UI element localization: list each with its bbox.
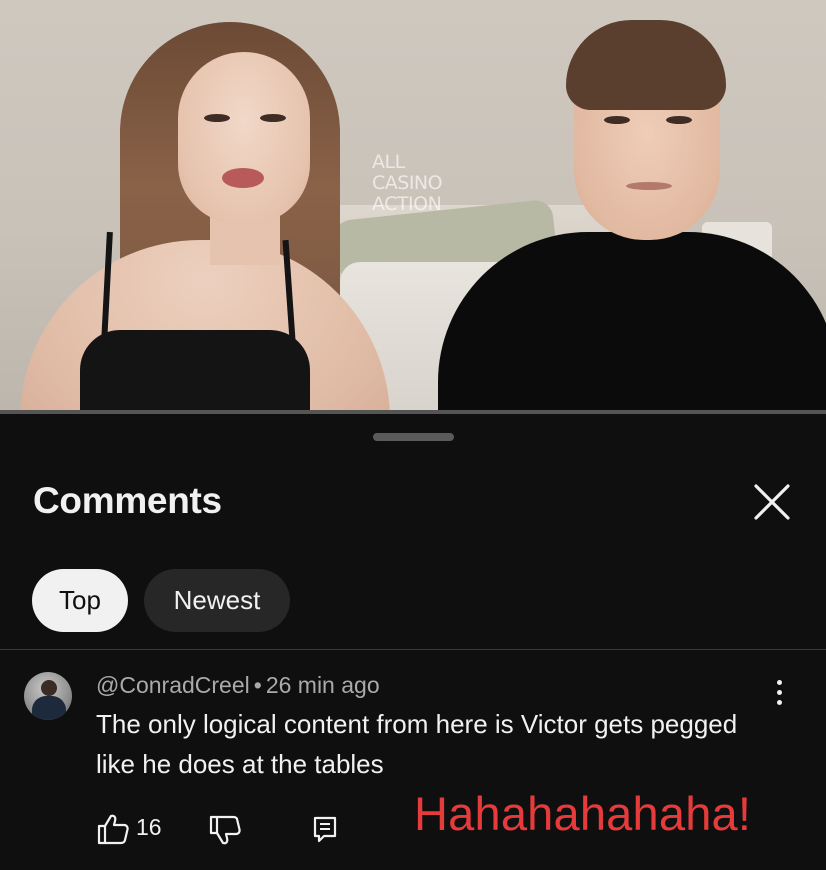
meta-separator: • <box>253 672 262 698</box>
comment-time: 26 min ago <box>265 672 380 698</box>
comments-title: Comments <box>33 480 222 521</box>
video-player[interactable]: ALL CASINO ACTION <box>0 0 826 412</box>
thumbs-up-icon <box>97 814 129 845</box>
close-icon <box>754 484 790 520</box>
man-hair <box>566 20 726 110</box>
comment-author[interactable]: @ConradCreel <box>96 672 250 698</box>
thumbs-down-icon <box>209 815 241 845</box>
watermark-line: CASINO <box>372 172 443 194</box>
like-button[interactable] <box>96 812 130 846</box>
sort-chip-newest[interactable]: Newest <box>144 569 290 632</box>
comment-meta: @ConradCreel • 26 min ago <box>96 672 380 699</box>
more-options-icon <box>770 680 788 705</box>
dislike-button[interactable] <box>208 814 242 848</box>
channel-watermark: ALL CASINO ACTION <box>372 152 482 215</box>
comments-sheet: Comments Top Newest @ConradCreel • 26 min … <box>0 414 826 870</box>
drag-handle[interactable] <box>373 433 454 441</box>
woman-black-top <box>80 330 310 412</box>
overlay-caption: Hahahahahaha! <box>414 787 752 840</box>
watermark-line: ACTION <box>372 193 442 215</box>
reply-icon <box>313 816 337 843</box>
like-count: 16 <box>136 814 162 840</box>
avatar[interactable] <box>24 672 72 720</box>
sort-chip-top[interactable]: Top <box>32 569 128 632</box>
watermark-line: ALL <box>372 151 405 173</box>
woman-face <box>178 52 310 224</box>
reply-button[interactable] <box>310 814 340 844</box>
divider <box>0 649 826 650</box>
comment-text: The only logical content from here is Vi… <box>96 709 738 779</box>
more-options-button[interactable] <box>770 680 788 712</box>
close-button[interactable] <box>748 478 796 526</box>
